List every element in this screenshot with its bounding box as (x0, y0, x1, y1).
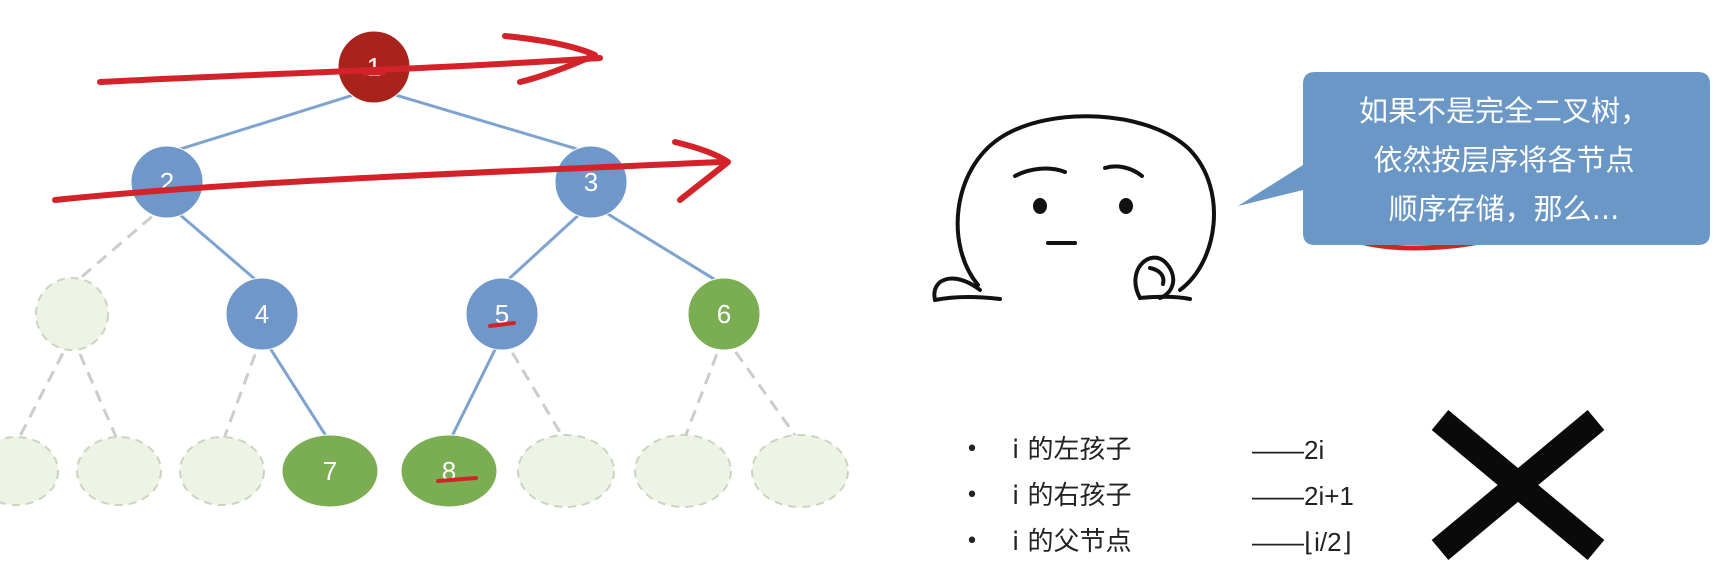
bubble-line-2: 依然按层序将各节点 (1373, 143, 1634, 177)
tree-node-2: 2 (130, 145, 204, 219)
ghost-edge (220, 335, 264, 445)
ghost-node (179, 436, 265, 506)
formula-value: ——2i+1 (1252, 481, 1354, 511)
ghost-node (751, 434, 849, 508)
node-label: 4 (255, 299, 269, 329)
ghost-node (634, 434, 732, 508)
tree-edge (260, 334, 332, 444)
ghost-node (0, 436, 59, 506)
level-2-arrow-head (672, 139, 731, 203)
bubble-line-3: 顺序存储，那么... (1389, 192, 1620, 226)
ghost-edge (681, 335, 726, 443)
ghost-edge (14, 334, 74, 445)
formula-value: ——⌊i/2⌋ (1252, 527, 1352, 557)
ghost-edge (71, 202, 168, 287)
formula-value: ——2i (1252, 435, 1325, 465)
tree-node-5: 5 (465, 277, 539, 351)
right-eye (1119, 198, 1133, 214)
tree-node-6: 6 (687, 277, 761, 351)
tree-edge (373, 87, 592, 155)
node-shape (517, 434, 615, 508)
formula-parent: • i 的父节点 ——⌊i/2⌋ (962, 520, 1382, 564)
tree-edge (166, 87, 375, 155)
formula-relation: i 的左孩子 (1012, 435, 1132, 465)
tree-edge (590, 202, 725, 287)
cross-mark-icon (1431, 410, 1605, 560)
node-shape (76, 436, 162, 506)
ghost-node (35, 277, 109, 351)
formula-left-child: • i 的左孩子 ——2i (962, 428, 1382, 472)
node-shape (634, 434, 732, 508)
bullet-icon: • (965, 529, 979, 554)
thinking-face-icon (932, 114, 1216, 302)
tree-node-7: 7 (281, 434, 379, 508)
node-label: 7 (323, 456, 337, 486)
bubble-line-1: 如果不是完全二叉树， (1359, 94, 1649, 128)
bullet-icon: • (965, 437, 979, 462)
left-eye (1033, 198, 1047, 214)
tree-edge (447, 334, 504, 443)
formula-right-child: • i 的右孩子 ——2i+1 (962, 474, 1382, 518)
ghost-node (76, 436, 162, 506)
node-shape (0, 436, 59, 506)
speech-bubble: 如果不是完全二叉树， 依然按层序将各节点 顺序存储，那么... (1238, 72, 1710, 245)
tree-node-3: 3 (554, 145, 628, 219)
binary-tree-diagram: 12 34 5 67 8 如果不是完全二叉树， 依然按层序将各节点 顺序存储，那么... (0, 30, 1710, 560)
node-label: 3 (584, 167, 598, 197)
node-shape (751, 434, 849, 508)
ghost-edge (70, 335, 121, 445)
ghost-node (517, 434, 615, 508)
formula-relation: i 的父节点 (1012, 527, 1132, 557)
formula-relation: i 的右孩子 (1012, 481, 1132, 511)
tree-edge (166, 202, 263, 287)
tree-node-4: 4 (225, 277, 299, 351)
tree-node-8: 8 (400, 434, 498, 508)
node-shape (35, 277, 109, 351)
node-shape (179, 436, 265, 506)
bullet-icon: • (965, 483, 979, 508)
ghost-edge (722, 334, 802, 444)
node-label: 6 (717, 299, 731, 329)
ghost-edge (500, 334, 568, 443)
